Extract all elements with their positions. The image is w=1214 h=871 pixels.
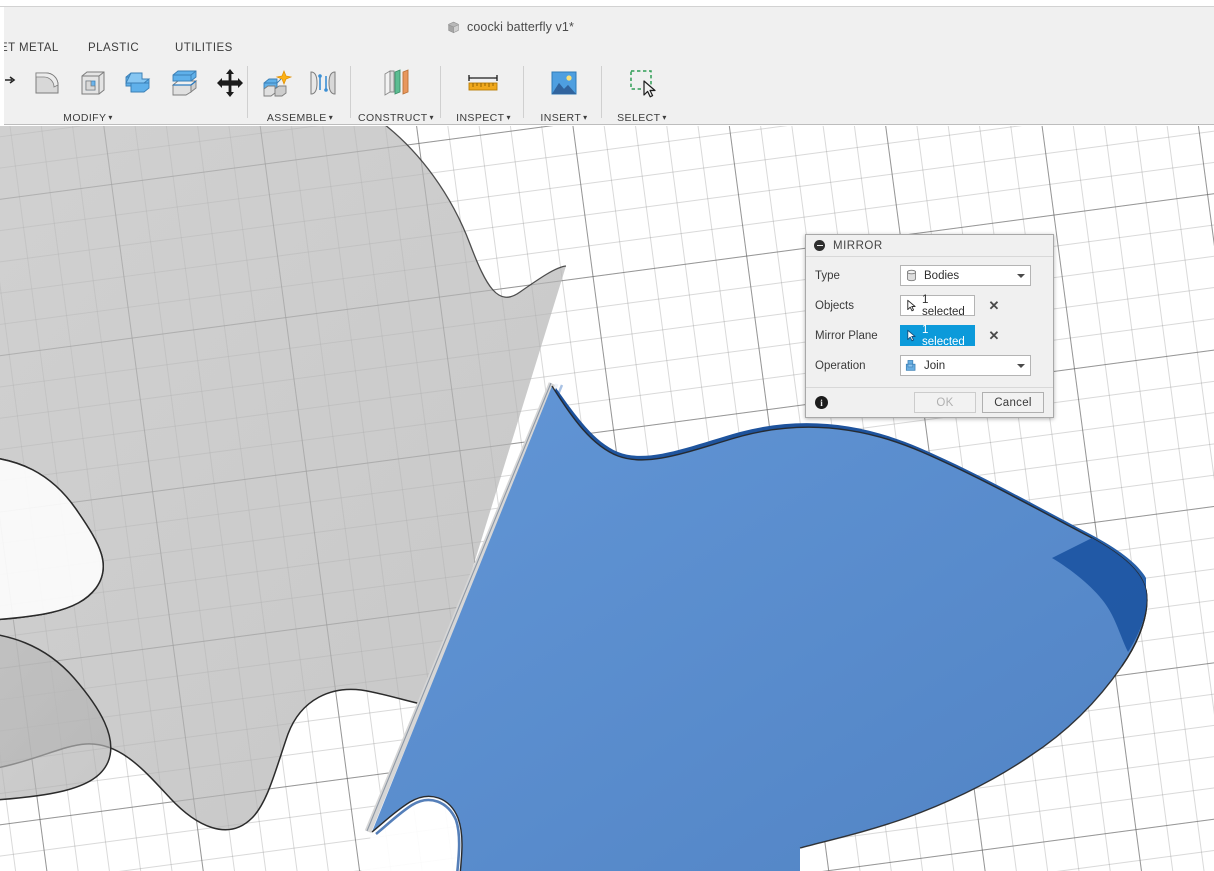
window-top-strip <box>0 0 1214 7</box>
tool-new-component[interactable] <box>254 62 300 104</box>
panel-insert: INSERT ▾ <box>530 62 598 124</box>
mirror-dialog[interactable]: MIRROR Type Bodies Objects 1 selected ✕ … <box>805 234 1054 418</box>
info-icon[interactable]: i <box>815 396 828 409</box>
joint-icon <box>310 71 336 95</box>
select-window-icon <box>630 70 656 98</box>
select-caret-icon: ▾ <box>662 113 667 122</box>
panel-label-insert[interactable]: INSERT ▾ <box>530 112 598 124</box>
ribbon-tab-row: ET METAL PLASTIC UTILITIES <box>0 42 640 59</box>
panel-inspect: INSPECT ▾ <box>447 62 520 124</box>
tool-select-window[interactable] <box>619 62 665 104</box>
document-tab-label: coocki batterfly v1* <box>467 20 574 34</box>
operation-value: Join <box>924 359 946 372</box>
mirror-plane-value: 1 selected <box>922 323 965 348</box>
operation-chevron-down-icon[interactable] <box>1017 363 1025 368</box>
offset-plane-icon <box>384 69 409 96</box>
panel-label-insert-text: INSERT <box>540 112 582 124</box>
tool-shell[interactable] <box>70 62 116 104</box>
construct-caret-icon: ▾ <box>429 113 434 122</box>
tool-measure[interactable] <box>460 62 506 104</box>
objects-selection-field[interactable]: 1 selected <box>900 293 975 318</box>
panel-divider-4 <box>523 66 524 118</box>
panel-label-inspect[interactable]: INSPECT ▾ <box>447 112 520 124</box>
panel-label-select-text: SELECT <box>617 112 661 124</box>
move-copy-icon <box>217 69 243 97</box>
panel-label-construct-text: CONSTRUCT <box>358 112 428 124</box>
row-objects: Objects 1 selected ✕ <box>815 293 1045 318</box>
panel-label-modify[interactable]: MODIFY ▾ <box>0 112 180 124</box>
body-cylinder-icon <box>906 269 917 282</box>
ribbon-panels: MODIFY ▾ ASSEMBLE ▾ CONSTRUCT ▾ INSPECT … <box>0 62 1214 124</box>
panel-divider-5 <box>601 66 602 118</box>
mirror-plane-selection-field[interactable]: 1 selected <box>900 323 975 348</box>
insert-caret-icon: ▾ <box>583 113 588 122</box>
ribbon-tab-utilities[interactable]: UTILITIES <box>175 42 233 54</box>
row-type: Type Bodies <box>815 264 1045 287</box>
mirror-dialog-body: Type Bodies Objects 1 selected ✕ Mirror … <box>806 257 1053 387</box>
panel-assemble: ASSEMBLE ▾ <box>254 62 346 124</box>
join-icon <box>905 360 916 371</box>
label-objects: Objects <box>815 299 854 312</box>
label-mirror-plane: Mirror Plane <box>815 329 878 342</box>
split-face-icon <box>171 70 198 96</box>
row-operation: Operation Join <box>815 354 1045 377</box>
cancel-button[interactable]: Cancel <box>982 392 1044 413</box>
panel-label-select[interactable]: SELECT ▾ <box>608 112 676 124</box>
panel-select: SELECT ▾ <box>608 62 676 124</box>
tool-joint[interactable] <box>300 62 346 104</box>
tool-insert-image[interactable] <box>541 62 587 104</box>
panel-construct: CONSTRUCT ▾ <box>357 62 435 124</box>
assemble-caret-icon: ▾ <box>328 113 334 122</box>
type-dropdown[interactable]: Bodies <box>900 265 1031 286</box>
objects-clear-button[interactable]: ✕ <box>983 299 1005 312</box>
combine-icon <box>125 72 151 93</box>
type-chevron-down-icon[interactable] <box>1017 273 1025 278</box>
panel-label-construct[interactable]: CONSTRUCT ▾ <box>357 112 435 124</box>
fillet-icon <box>35 72 59 94</box>
mirror-plane-clear-button[interactable]: ✕ <box>983 329 1005 342</box>
ribbon-tab-plastic[interactable]: PLASTIC <box>88 42 139 54</box>
tool-fillet[interactable] <box>24 62 70 104</box>
fusion360-window: coocki batterfly v1* ET METAL PLASTIC UT… <box>0 0 1214 871</box>
collapse-icon[interactable] <box>814 240 825 251</box>
panel-divider-2 <box>350 66 351 118</box>
label-operation: Operation <box>815 359 866 372</box>
insert-image-icon <box>551 71 577 95</box>
select-arrow-icon <box>907 329 916 342</box>
select-arrow-icon <box>907 299 916 312</box>
document-tab[interactable]: coocki batterfly v1* <box>447 17 574 37</box>
row-mirror-plane: Mirror Plane 1 selected ✕ <box>815 323 1045 348</box>
measure-icon <box>468 75 498 91</box>
tool-combine[interactable] <box>116 62 162 104</box>
left-edge-gutter <box>0 7 4 125</box>
shell-icon <box>81 71 105 95</box>
panel-label-modify-text: MODIFY <box>63 112 107 124</box>
dialog-buttons: OK Cancel <box>914 392 1044 413</box>
type-value: Bodies <box>924 269 960 282</box>
panel-label-assemble[interactable]: ASSEMBLE ▾ <box>254 112 346 124</box>
tool-split-face[interactable] <box>162 62 208 104</box>
mirror-dialog-header[interactable]: MIRROR <box>806 235 1053 257</box>
panel-modify: MODIFY ▾ <box>0 62 246 124</box>
top-notch-white <box>470 126 566 292</box>
panel-label-inspect-text: INSPECT <box>456 112 505 124</box>
objects-value: 1 selected <box>922 293 965 318</box>
mirror-dialog-footer: i OK Cancel <box>806 387 1053 417</box>
tool-offset-plane[interactable] <box>373 62 419 104</box>
panel-label-assemble-text: ASSEMBLE <box>266 112 327 124</box>
label-type: Type <box>815 269 840 282</box>
panel-divider-1 <box>247 66 248 118</box>
mirror-dialog-title: MIRROR <box>833 239 883 252</box>
ok-button[interactable]: OK <box>914 392 976 413</box>
modify-caret-icon: ▾ <box>108 113 113 122</box>
document-cube-icon <box>448 21 459 33</box>
new-component-icon <box>263 70 293 97</box>
inspect-caret-icon: ▾ <box>506 113 511 122</box>
operation-dropdown[interactable]: Join <box>900 355 1031 376</box>
ribbon-tab-sheet-metal[interactable]: ET METAL <box>0 42 59 54</box>
panel-divider-3 <box>440 66 441 118</box>
